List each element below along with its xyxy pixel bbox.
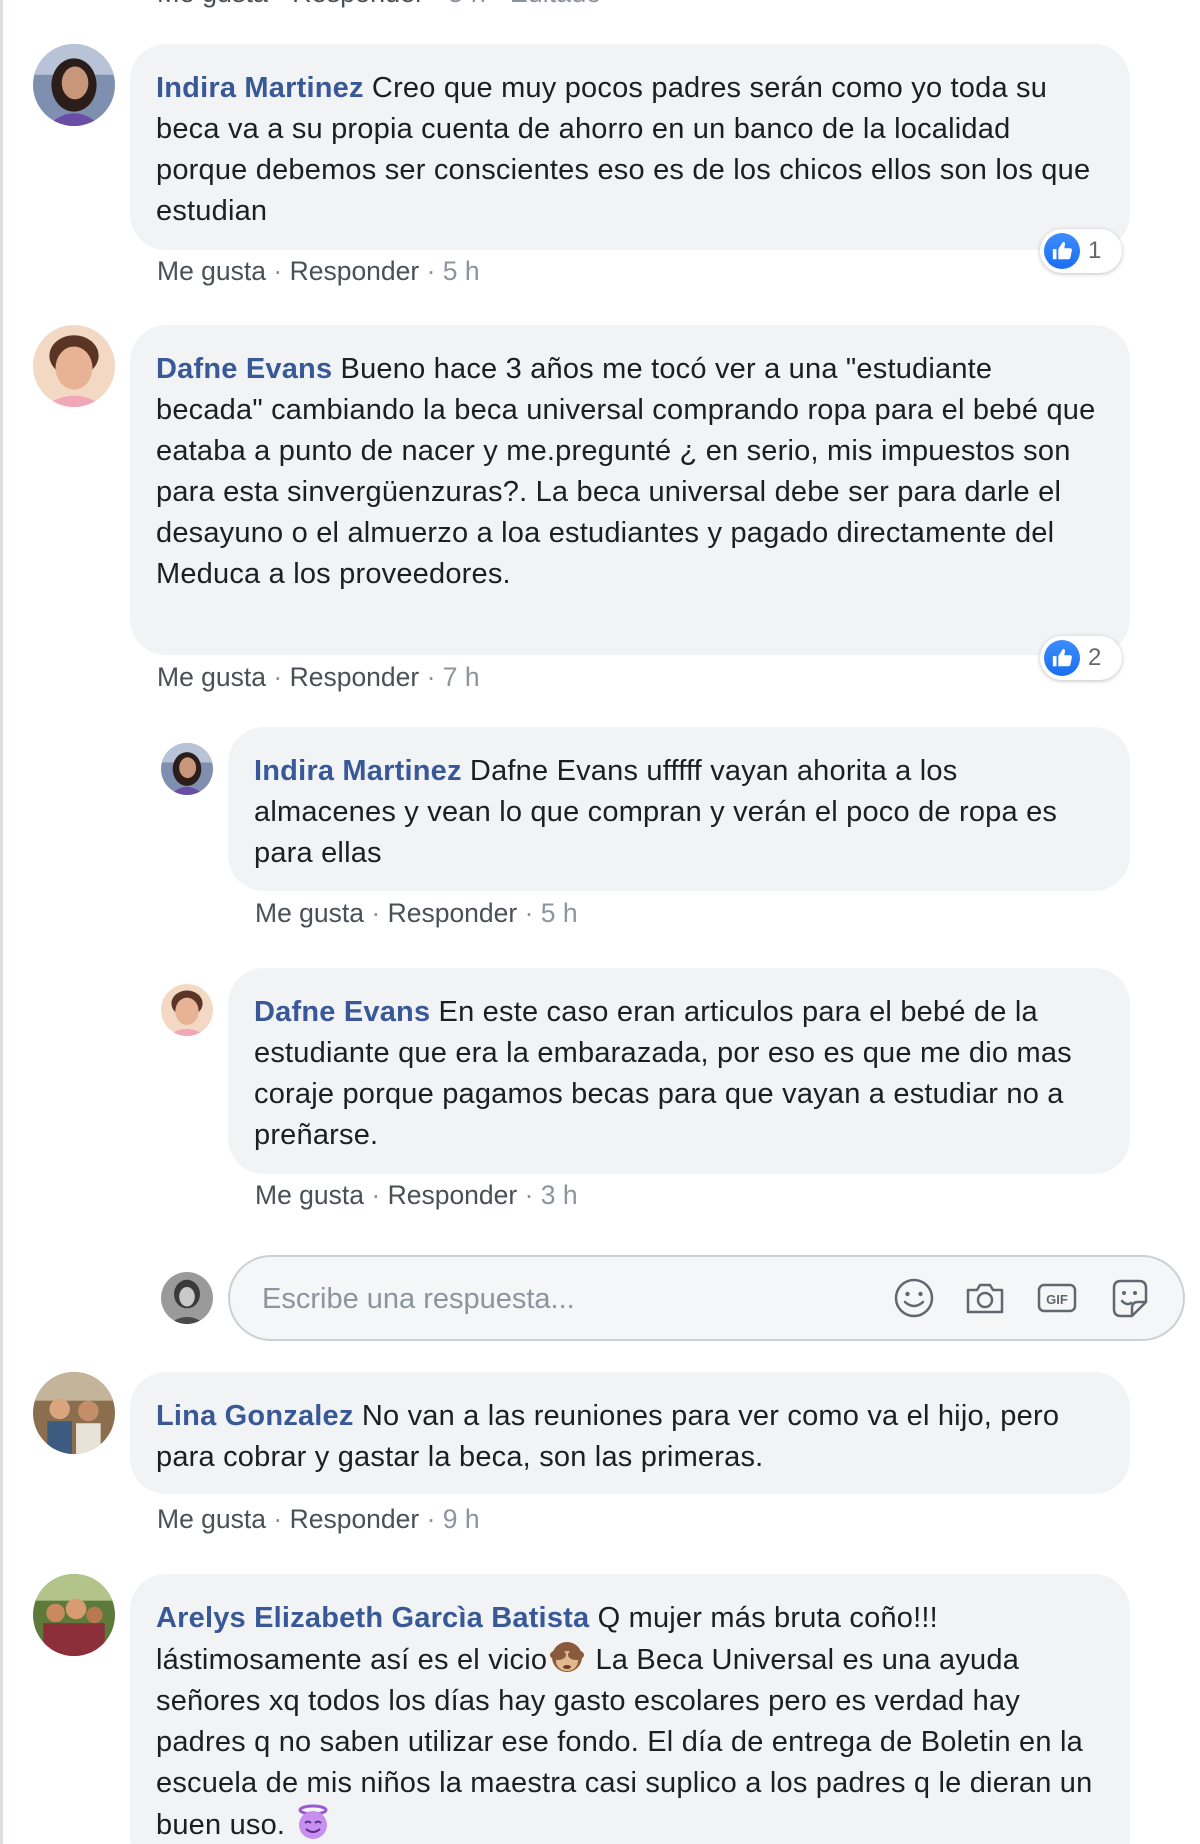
comment-author[interactable]: Indira Martinez <box>156 72 364 104</box>
camera-icon[interactable] <box>963 1276 1007 1320</box>
comment-time: 5 h <box>448 0 486 8</box>
sticker-icon[interactable] <box>1107 1276 1151 1320</box>
avatar[interactable] <box>161 743 213 795</box>
reply-link[interactable]: Responder <box>388 1180 518 1210</box>
avatar[interactable] <box>33 1372 115 1454</box>
comment-text: Bueno hace 3 años me tocó ver a una "est… <box>156 353 1096 590</box>
comment-time[interactable]: 3 h <box>541 1180 578 1210</box>
avatar[interactable] <box>161 984 213 1036</box>
avatar[interactable] <box>33 325 115 407</box>
svg-text:GIF: GIF <box>1046 1292 1068 1307</box>
reply-actions: Me gusta · Responder · 3 h <box>255 1180 578 1210</box>
reply-link[interactable]: Responder <box>290 256 420 286</box>
like-link[interactable]: Me gusta <box>255 898 364 928</box>
comment-bubble: Indira Martinez Creo que muy pocos padre… <box>130 44 1130 250</box>
comment-time[interactable]: 5 h <box>541 898 578 928</box>
avatar-lina-icon <box>33 1372 115 1454</box>
reaction-count: 1 <box>1088 237 1102 264</box>
avatar[interactable] <box>33 44 115 126</box>
see-no-evil-monkey-icon <box>547 1639 587 1675</box>
comment-actions: Me gusta · Responder · 5 h <box>157 256 480 286</box>
reply-actions: Me gusta · Responder · 5 h <box>255 898 578 928</box>
comment-bubble: Arelys Elizabeth Garcìa Batista Q mujer … <box>130 1574 1130 1844</box>
reply-bubble: Dafne Evans En este caso eran articulos … <box>228 968 1130 1174</box>
comment-author[interactable]: Arelys Elizabeth Garcìa Batista <box>156 1602 589 1634</box>
like-reaction-icon <box>1044 233 1080 269</box>
comment-author[interactable]: Lina Gonzalez <box>156 1400 354 1432</box>
avatar[interactable] <box>33 1574 115 1656</box>
reply-link[interactable]: Responder <box>388 898 518 928</box>
reply-author[interactable]: Indira Martinez <box>254 755 462 787</box>
comment-bubble: Lina Gonzalez No van a las reuniones par… <box>130 1372 1130 1494</box>
avatar-arelys-icon <box>33 1574 115 1656</box>
comment-bubble: Dafne Evans Bueno hace 3 años me tocó ve… <box>130 325 1130 655</box>
comment-author[interactable]: Dafne Evans <box>156 353 332 385</box>
reply-author[interactable]: Dafne Evans <box>254 996 430 1028</box>
comment-time[interactable]: 9 h <box>443 1504 480 1534</box>
like-link[interactable]: Me gusta <box>157 662 266 692</box>
comment-actions: Me gusta · Responder · 9 h <box>157 1504 480 1534</box>
like-reaction-icon <box>1044 640 1080 676</box>
like-link[interactable]: Me gusta <box>157 256 266 286</box>
reaction-summary[interactable]: 2 <box>1040 636 1122 680</box>
reply-link[interactable]: Responder <box>292 0 424 8</box>
current-user-avatar <box>161 1272 213 1324</box>
gif-icon[interactable]: GIF <box>1035 1276 1079 1320</box>
edited-label[interactable]: Editado <box>510 0 602 8</box>
avatar-current-user-icon <box>161 1272 213 1324</box>
avatar-dafne-icon <box>33 325 115 407</box>
avatar-dafne-icon <box>161 984 213 1036</box>
previous-comment-actions: Me gusta · Responder · 5 h · Editado <box>157 0 601 9</box>
comment-time[interactable]: 7 h <box>443 662 480 692</box>
like-link[interactable]: Me gusta <box>157 1504 266 1534</box>
reply-composer: GIF <box>228 1255 1185 1341</box>
smiling-face-with-halo-icon <box>293 1804 333 1840</box>
reply-input[interactable] <box>260 1257 864 1341</box>
reply-link[interactable]: Responder <box>290 1504 420 1534</box>
reaction-summary[interactable]: 1 <box>1040 229 1122 273</box>
comment-actions: Me gusta · Responder · 7 h <box>157 662 480 692</box>
thread-rail <box>0 0 3 1844</box>
like-link[interactable]: Me gusta <box>255 1180 364 1210</box>
emoji-icon[interactable] <box>892 1276 936 1320</box>
avatar-indira-icon <box>161 743 213 795</box>
comment-time[interactable]: 5 h <box>443 256 480 286</box>
reply-link[interactable]: Responder <box>290 662 420 692</box>
reaction-count: 2 <box>1088 644 1102 671</box>
like-link[interactable]: Me gusta <box>157 0 268 8</box>
reply-bubble: Indira Martinez Dafne Evans ufffff vayan… <box>228 727 1130 891</box>
avatar-indira-icon <box>33 44 115 126</box>
